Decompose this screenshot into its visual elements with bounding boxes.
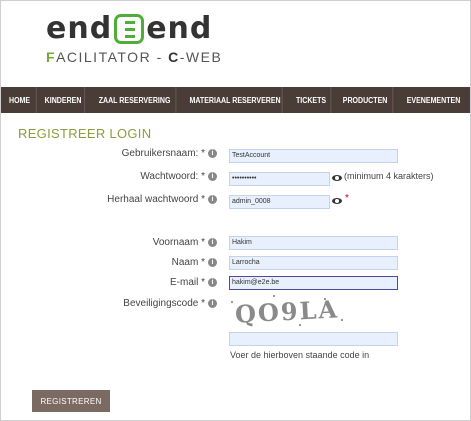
logo-subtitle: FACILITATOR - C-WEB (46, 49, 222, 65)
nav-item-tickets[interactable]: TICKETS (292, 87, 332, 113)
nav-item-zaal-reservering[interactable]: ZAAL RESERVERING (94, 87, 177, 113)
logo-text-left: end (46, 11, 113, 46)
captcha-text: QO9LA (234, 294, 340, 329)
logo-sub-accent: F (46, 49, 57, 65)
eye-icon[interactable] (332, 175, 342, 181)
email-input[interactable]: hakim@e2e.be (229, 276, 398, 290)
bracket-logo-icon (114, 14, 145, 44)
required-marker: * (345, 193, 349, 204)
captcha-noise (231, 301, 233, 303)
captcha-label-text: Beveiligingscode * (123, 298, 205, 309)
nav-item-kinderen[interactable]: KINDEREN (42, 87, 86, 113)
nav-item-materiaal-reserveren[interactable]: MATERIAAL RESERVEREN (188, 87, 283, 113)
nav-item-producten[interactable]: PRODUCTEN (338, 87, 394, 113)
captcha-input[interactable] (229, 332, 398, 346)
password-hint: (minimum 4 karakters) (344, 171, 434, 181)
firstname-label: Voornaam * i (153, 237, 217, 248)
info-icon[interactable]: i (208, 278, 217, 287)
password-label: Wachtwoord: * i (140, 171, 217, 182)
firstname-label-text: Voornaam * (152, 237, 205, 248)
info-icon[interactable]: i (208, 195, 217, 204)
info-icon[interactable]: i (208, 299, 217, 308)
main-nav: HOME KINDEREN ZAAL RESERVERING MATERIAAL… (1, 87, 470, 113)
lastname-input[interactable]: Larrocha (229, 256, 398, 270)
logo-wordmark: end end (46, 11, 212, 47)
username-label-text: Gebruikersnaam: * (121, 148, 205, 159)
password-repeat-input[interactable]: admin_0008 (229, 195, 330, 209)
lastname-label: Naam * i (172, 257, 217, 268)
logo-sub-c: C (168, 49, 180, 65)
captcha-hint: Voer de hierboven staande code in (230, 350, 370, 360)
captcha-noise (341, 319, 343, 321)
firstname-input[interactable]: Hakim (229, 236, 398, 250)
lastname-label-text: Naam * (171, 257, 205, 268)
password-repeat-label: Herhaal wachtwoord * i (107, 194, 217, 205)
eye-icon[interactable] (332, 198, 342, 204)
password-label-text: Wachtwoord: * (140, 171, 205, 182)
info-icon[interactable]: i (208, 172, 217, 181)
password-repeat-label-text: Herhaal wachtwoord * (107, 194, 205, 205)
page-title: REGISTREER LOGIN (18, 126, 152, 141)
email-label-text: E-mail * (169, 277, 205, 288)
nav-item-evenementen[interactable]: EVENEMENTEN (401, 87, 465, 113)
info-icon[interactable]: i (208, 258, 217, 267)
info-icon[interactable]: i (208, 149, 217, 158)
username-input[interactable]: TestAccount (229, 149, 398, 163)
logo[interactable]: end end FACILITATOR - C-WEB (46, 11, 256, 73)
captcha-image: QO9LA (229, 293, 349, 329)
captcha-label: Beveiligingscode * i (123, 298, 217, 309)
email-label: E-mail * i (170, 277, 217, 288)
register-button[interactable]: REGISTREREN (32, 390, 110, 412)
info-icon[interactable]: i (208, 238, 217, 247)
nav-item-home[interactable]: HOME (3, 87, 37, 113)
logo-sub-web: -WEB (179, 49, 223, 65)
password-input[interactable]: •••••••••• (229, 172, 330, 186)
username-label: Gebruikersnaam: * i (122, 148, 217, 159)
logo-text-right: end (146, 11, 213, 46)
page-frame: end end FACILITATOR - C-WEB HOME KINDERE… (0, 0, 471, 421)
logo-sub-rest: ACILITATOR - (56, 49, 169, 65)
